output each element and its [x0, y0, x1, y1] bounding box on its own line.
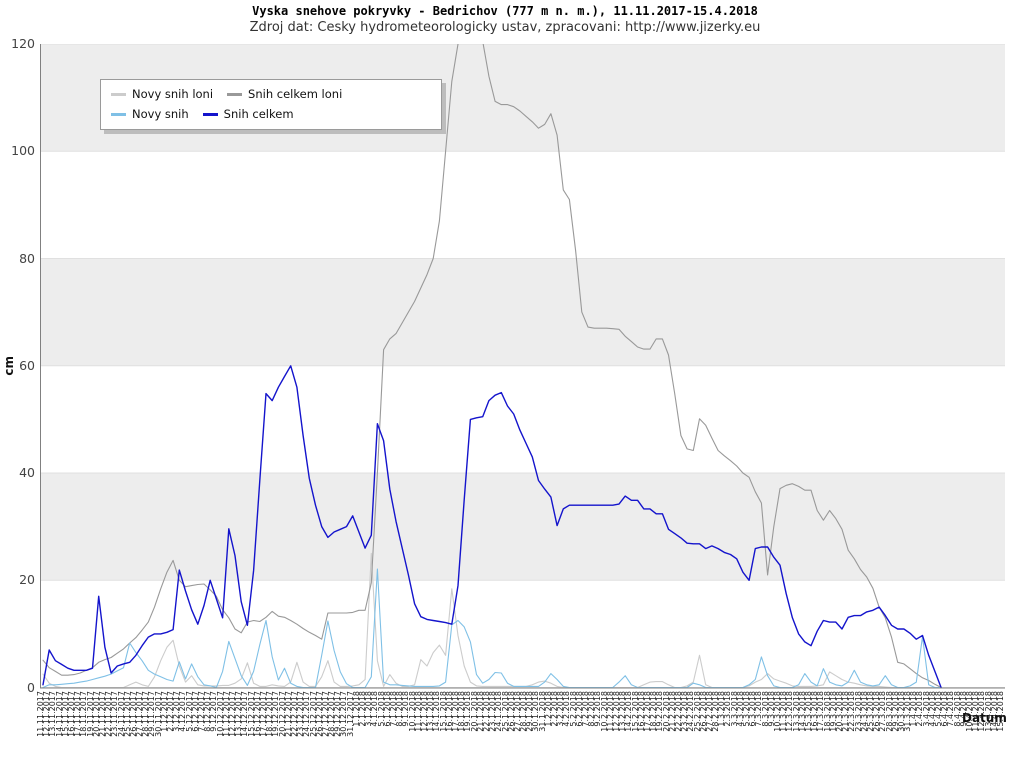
- chart-subtitle: Zdroj dat: Cesky hydrometeorologicky ust…: [0, 20, 1010, 35]
- y-tick-label: 100: [0, 143, 35, 159]
- legend-item: Snih celkem: [203, 105, 294, 123]
- y-tick-label: 0: [0, 680, 35, 696]
- legend-swatch: [203, 113, 218, 116]
- snow-chart-page: Vyska snehove pokryvky - Bedrichov (777 …: [0, 0, 1024, 768]
- plot-area: [40, 44, 1006, 690]
- legend-item-label: Novy snih: [132, 107, 189, 121]
- legend-item: Snih celkem loni: [227, 85, 342, 103]
- legend-item-label: Novy snih loni: [132, 87, 213, 101]
- legend-item: Novy snih loni: [111, 85, 213, 103]
- legend-item-label: Snih celkem: [224, 107, 294, 121]
- y-tick-label: 60: [0, 358, 35, 374]
- x-axis-label: Datum: [962, 711, 1007, 725]
- y-tick-label: 80: [0, 251, 35, 267]
- plot-band: [40, 473, 1005, 580]
- y-tick-label: 120: [0, 36, 35, 52]
- legend-swatch: [111, 93, 126, 96]
- legend-swatch: [111, 113, 126, 116]
- legend-item: Novy snih: [111, 105, 189, 123]
- y-tick-label: 40: [0, 465, 35, 481]
- chart-title: Vyska snehove pokryvky - Bedrichov (777 …: [0, 4, 1010, 18]
- legend-swatch: [227, 93, 242, 96]
- y-tick-label: 20: [0, 572, 35, 588]
- legend-item-label: Snih celkem loni: [248, 87, 342, 101]
- plot-band: [40, 259, 1005, 366]
- legend: Novy snih loni Snih celkem loni Novy snih S…: [100, 79, 442, 130]
